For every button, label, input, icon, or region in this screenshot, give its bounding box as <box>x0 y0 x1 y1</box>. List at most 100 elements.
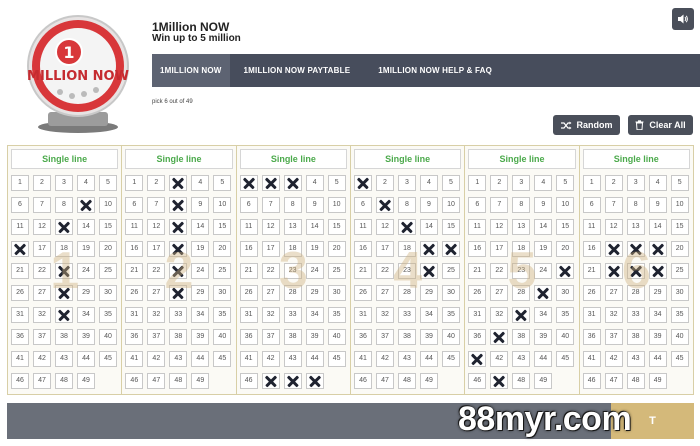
number-cell[interactable]: 47 <box>147 373 166 389</box>
number-cell[interactable]: 30 <box>670 285 689 301</box>
number-cell-selected[interactable]: 17 <box>604 241 623 257</box>
number-cell[interactable]: 26 <box>582 285 601 301</box>
number-cell[interactable]: 3 <box>397 175 416 191</box>
number-cell[interactable]: 8 <box>397 197 416 213</box>
number-cell[interactable]: 38 <box>169 329 188 345</box>
number-cell[interactable]: 25 <box>441 263 460 279</box>
number-cell[interactable]: 24 <box>191 263 210 279</box>
number-cell-selected[interactable]: 28 <box>55 285 73 301</box>
number-cell[interactable]: 6 <box>353 197 372 213</box>
number-cell[interactable]: 13 <box>512 219 531 235</box>
number-cell[interactable]: 33 <box>626 307 645 323</box>
number-cell[interactable]: 45 <box>99 351 117 367</box>
number-cell[interactable]: 8 <box>512 197 531 213</box>
number-cell[interactable]: 48 <box>55 373 73 389</box>
number-cell[interactable]: 26 <box>125 285 144 301</box>
number-cell[interactable]: 17 <box>490 241 509 257</box>
number-cell[interactable]: 15 <box>556 219 575 235</box>
number-cell[interactable]: 8 <box>55 197 73 213</box>
number-cell[interactable]: 40 <box>441 329 460 345</box>
number-cell[interactable]: 35 <box>213 307 232 323</box>
number-cell-selected[interactable]: 22 <box>604 263 623 279</box>
number-cell[interactable]: 36 <box>239 329 258 345</box>
number-cell[interactable]: 44 <box>534 351 553 367</box>
number-cell[interactable]: 10 <box>213 197 232 213</box>
number-cell-selected[interactable]: 23 <box>626 263 645 279</box>
number-cell[interactable]: 20 <box>556 241 575 257</box>
number-cell[interactable]: 45 <box>213 351 232 367</box>
number-cell[interactable]: 13 <box>283 219 302 235</box>
number-cell[interactable]: 42 <box>604 351 623 367</box>
number-cell[interactable]: 18 <box>397 241 416 257</box>
tab-paytable[interactable]: 1MILLION NOW PAYTABLE <box>230 54 365 87</box>
number-cell-selected[interactable]: 19 <box>419 241 438 257</box>
number-cell[interactable]: 25 <box>99 263 117 279</box>
number-cell[interactable]: 28 <box>397 285 416 301</box>
number-cell[interactable]: 24 <box>305 263 324 279</box>
number-cell[interactable]: 47 <box>375 373 394 389</box>
number-cell[interactable]: 14 <box>648 219 667 235</box>
number-cell[interactable]: 4 <box>305 175 324 191</box>
number-cell[interactable]: 9 <box>648 197 667 213</box>
number-cell[interactable]: 46 <box>468 373 487 389</box>
number-cell[interactable]: 44 <box>77 351 95 367</box>
number-cell[interactable]: 12 <box>33 219 51 235</box>
number-cell[interactable]: 26 <box>353 285 372 301</box>
number-cell[interactable]: 46 <box>582 373 601 389</box>
number-cell[interactable]: 20 <box>670 241 689 257</box>
number-cell-selected[interactable]: 37 <box>490 329 509 345</box>
number-cell[interactable]: 30 <box>441 285 460 301</box>
number-cell[interactable]: 11 <box>582 219 601 235</box>
number-cell[interactable]: 21 <box>582 263 601 279</box>
number-cell[interactable]: 2 <box>490 175 509 191</box>
number-cell[interactable]: 32 <box>147 307 166 323</box>
number-cell[interactable]: 6 <box>468 197 487 213</box>
number-cell[interactable]: 27 <box>33 285 51 301</box>
number-cell[interactable]: 16 <box>353 241 372 257</box>
number-cell[interactable]: 35 <box>556 307 575 323</box>
number-cell[interactable]: 40 <box>99 329 117 345</box>
number-cell[interactable]: 33 <box>283 307 302 323</box>
number-cell[interactable]: 36 <box>353 329 372 345</box>
number-cell[interactable]: 36 <box>582 329 601 345</box>
number-cell-selected[interactable]: 8 <box>169 197 188 213</box>
number-cell[interactable]: 42 <box>490 351 509 367</box>
number-cell[interactable]: 7 <box>490 197 509 213</box>
number-cell-selected[interactable]: 41 <box>468 351 487 367</box>
number-cell[interactable]: 36 <box>125 329 144 345</box>
number-cell[interactable]: 20 <box>327 241 346 257</box>
number-cell[interactable]: 11 <box>353 219 372 235</box>
number-cell[interactable]: 43 <box>283 351 302 367</box>
number-cell-selected[interactable]: 28 <box>169 285 188 301</box>
number-cell[interactable]: 32 <box>33 307 51 323</box>
number-cell[interactable]: 29 <box>648 285 667 301</box>
number-cell[interactable]: 40 <box>556 329 575 345</box>
number-cell-selected[interactable]: 2 <box>261 175 280 191</box>
number-cell[interactable]: 18 <box>512 241 531 257</box>
number-cell[interactable]: 2 <box>375 175 394 191</box>
number-cell[interactable]: 39 <box>648 329 667 345</box>
number-cell[interactable]: 9 <box>191 197 210 213</box>
number-cell[interactable]: 34 <box>77 307 95 323</box>
number-cell[interactable]: 45 <box>556 351 575 367</box>
number-cell[interactable]: 29 <box>191 285 210 301</box>
number-cell[interactable]: 15 <box>670 219 689 235</box>
number-cell[interactable]: 34 <box>305 307 324 323</box>
number-cell[interactable]: 19 <box>191 241 210 257</box>
number-cell[interactable]: 21 <box>353 263 372 279</box>
number-cell[interactable]: 35 <box>441 307 460 323</box>
number-cell[interactable]: 32 <box>261 307 280 323</box>
number-cell[interactable]: 41 <box>125 351 144 367</box>
number-cell[interactable]: 49 <box>77 373 95 389</box>
number-cell[interactable]: 9 <box>305 197 324 213</box>
number-cell[interactable]: 19 <box>77 241 95 257</box>
number-cell[interactable]: 23 <box>512 263 531 279</box>
number-cell[interactable]: 28 <box>512 285 531 301</box>
number-cell[interactable]: 23 <box>397 263 416 279</box>
number-cell[interactable]: 37 <box>147 329 166 345</box>
number-cell[interactable]: 30 <box>327 285 346 301</box>
number-cell[interactable]: 48 <box>169 373 188 389</box>
number-cell[interactable]: 12 <box>375 219 394 235</box>
number-cell-selected[interactable]: 25 <box>556 263 575 279</box>
number-cell-selected[interactable]: 18 <box>169 241 188 257</box>
